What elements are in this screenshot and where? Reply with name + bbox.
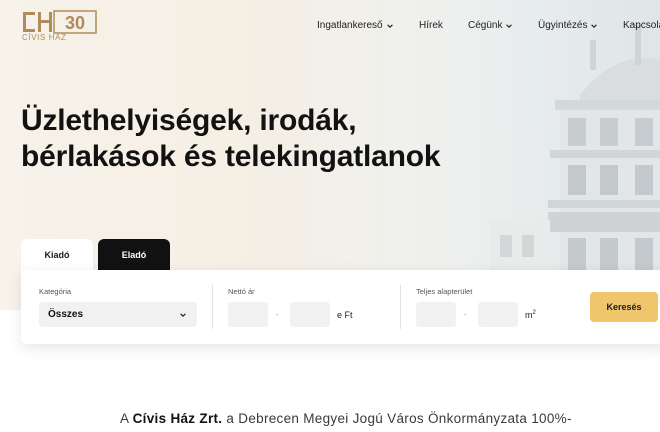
chevron-down-icon: [180, 313, 186, 318]
category-label: Kategória: [39, 287, 72, 296]
area-separator: -: [464, 310, 467, 319]
nav-item-kapcsolat[interactable]: Kapcsola: [623, 20, 660, 31]
top-navigation: 30 CÍVIS HÁZ Ingatlankereső Hírek Cégünk…: [0, 0, 660, 52]
nav-item-label: Ügyintézés: [538, 20, 588, 31]
price-separator: -: [276, 310, 279, 319]
intro-company: Cívis Ház Zrt.: [132, 411, 223, 426]
area-unit: m2: [525, 310, 536, 320]
category-select[interactable]: Összes: [39, 302, 197, 327]
hero-title: Üzlethelyiségek, irodák, bérlakások és t…: [21, 104, 441, 173]
tab-kiado[interactable]: Kiadó: [21, 239, 93, 271]
brand-logo[interactable]: 30 CÍVIS HÁZ: [21, 10, 97, 42]
nav-item-ingatlankereso[interactable]: Ingatlankereső: [317, 20, 394, 31]
nav-item-label: Kapcsola: [623, 20, 660, 31]
chevron-down-icon: [386, 23, 393, 28]
divider: [212, 285, 213, 329]
nav-item-cegunk[interactable]: Cégünk: [468, 20, 513, 31]
area-label: Teljes alapterület: [416, 287, 473, 296]
nav-item-label: Hírek: [419, 20, 443, 31]
logo-number: 30: [65, 13, 85, 33]
chevron-down-icon: [506, 23, 513, 28]
area-unit-sup: 2: [532, 310, 536, 316]
tab-elado[interactable]: Eladó: [98, 239, 170, 271]
category-value: Összes: [48, 309, 84, 320]
intro-prefix: A: [120, 411, 129, 426]
price-label: Nettó ár: [228, 287, 255, 296]
chevron-down-icon: [591, 23, 598, 28]
search-button[interactable]: Keresés: [590, 292, 658, 322]
area-min-input[interactable]: [416, 302, 456, 327]
nav-item-ugyintezes[interactable]: Ügyintézés: [538, 20, 598, 31]
logo-mark-icon: 30: [23, 10, 97, 34]
price-max-input[interactable]: [290, 302, 330, 327]
price-min-input[interactable]: [228, 302, 268, 327]
nav-item-hirek[interactable]: Hírek: [419, 20, 443, 31]
nav-item-label: Cégünk: [468, 20, 503, 31]
divider: [400, 285, 401, 329]
price-unit: e Ft: [337, 310, 353, 320]
logo-subtitle: CÍVIS HÁZ: [22, 33, 67, 42]
intro-text: A Cívis Ház Zrt. a Debrecen Megyei Jogú …: [120, 411, 572, 426]
area-unit-base: m: [525, 310, 533, 320]
nav-item-label: Ingatlankereső: [317, 20, 383, 31]
area-max-input[interactable]: [478, 302, 518, 327]
intro-rest: a Debrecen Megyei Jogú Város Önkormányza…: [226, 411, 572, 426]
